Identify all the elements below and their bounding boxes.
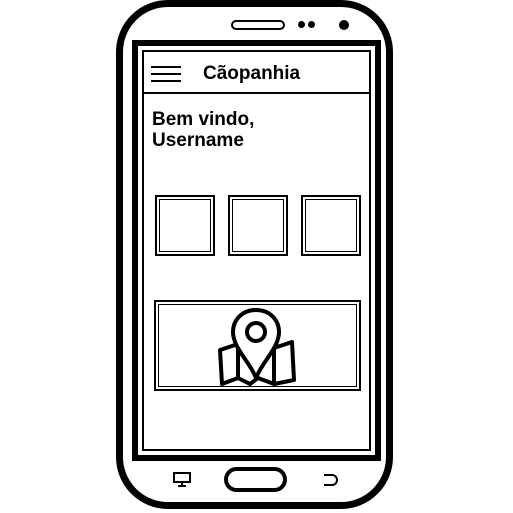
welcome-line-1: Bem vindo, xyxy=(152,109,255,130)
app-top-bar: Cãopanhia xyxy=(142,50,371,94)
speaker-grille xyxy=(231,20,285,30)
app-title: Cãopanhia xyxy=(203,63,301,84)
recent-apps-icon[interactable] xyxy=(172,471,192,489)
hamburger-menu-icon[interactable] xyxy=(151,66,181,84)
sensor-dot-2 xyxy=(308,21,315,28)
welcome-message: Bem vindo, Username xyxy=(152,109,254,151)
map-card[interactable] xyxy=(154,300,361,391)
map-location-icon xyxy=(218,308,296,386)
tile-2[interactable] xyxy=(228,195,288,256)
app-screen: Cãopanhia Bem vindo, Username xyxy=(138,46,375,455)
back-icon[interactable] xyxy=(320,471,340,489)
home-button[interactable] xyxy=(224,467,287,492)
sensor-dot-1 xyxy=(298,21,305,28)
tile-3[interactable] xyxy=(301,195,361,256)
welcome-username: Username xyxy=(152,130,244,151)
tile-1[interactable] xyxy=(155,195,215,256)
front-camera xyxy=(339,20,349,30)
